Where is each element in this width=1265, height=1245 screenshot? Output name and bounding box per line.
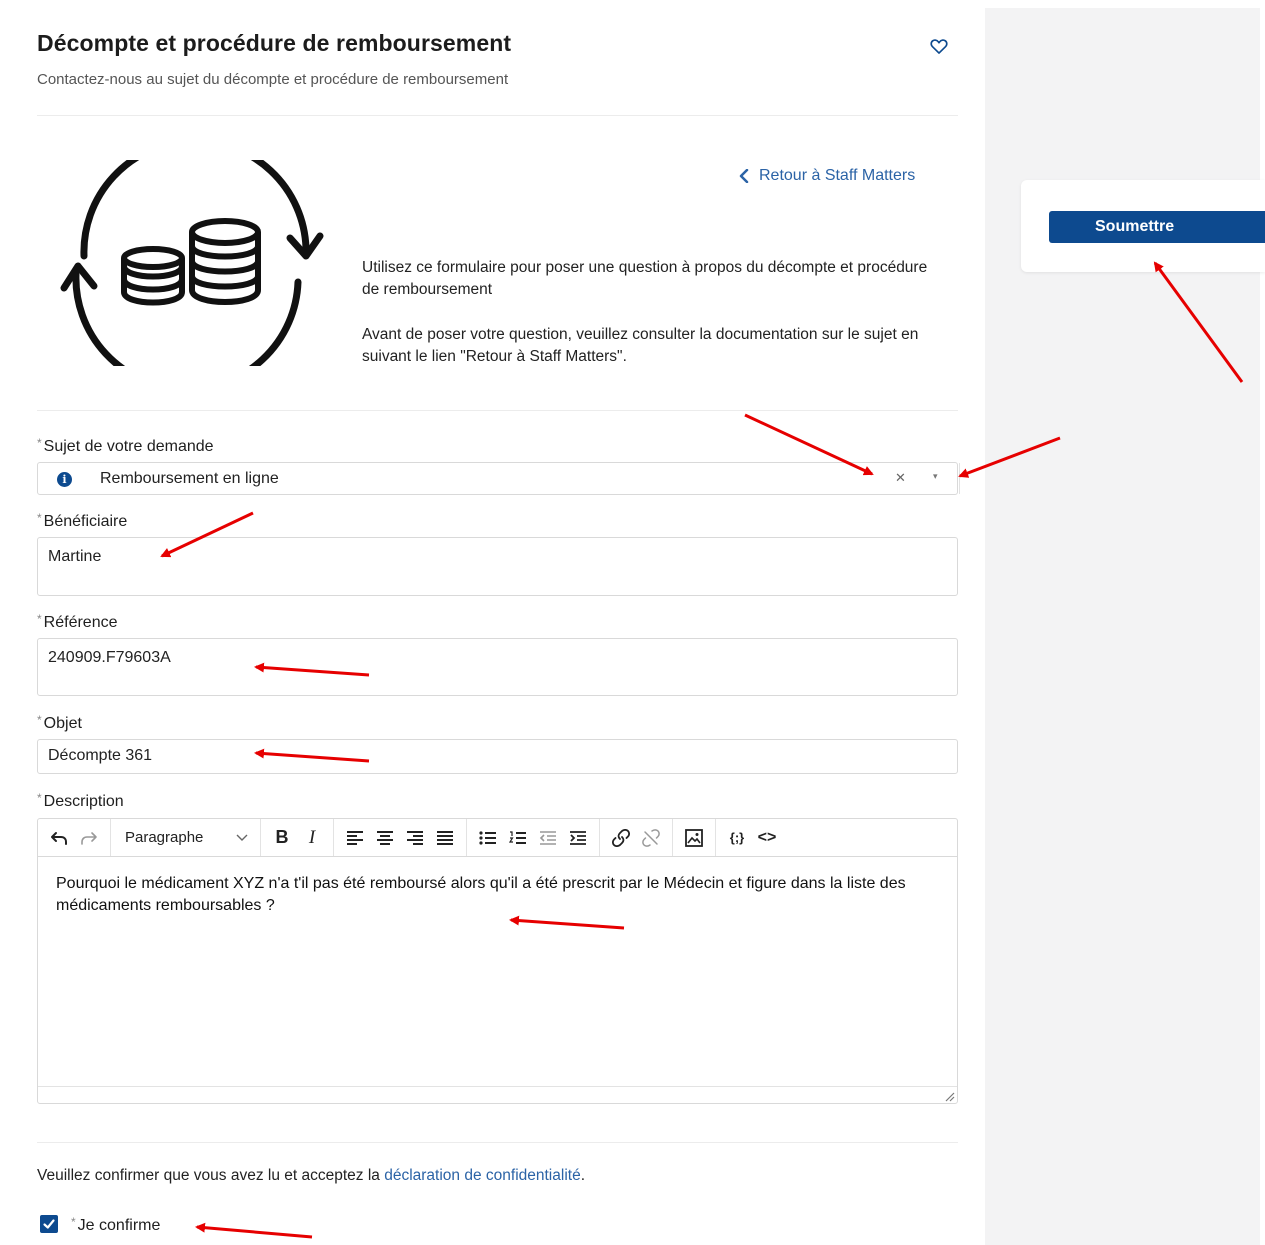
description-label: * Description — [37, 791, 124, 811]
undo-icon[interactable] — [44, 824, 74, 852]
paragraph-format-select[interactable]: Paragraphe — [111, 819, 261, 856]
bullet-list-icon[interactable] — [473, 824, 503, 852]
numbered-list-icon[interactable] — [503, 824, 533, 852]
source-code-button[interactable]: <> — [752, 824, 782, 852]
confirm-label-text: Je confirme — [77, 1217, 161, 1234]
code-sample-button[interactable]: {;} — [722, 824, 752, 852]
intro-paragraph-2: Avant de poser votre question, veuillez … — [362, 326, 919, 365]
coins-cycle-icon — [60, 160, 324, 366]
heart-icon[interactable] — [929, 36, 949, 56]
required-mark: * — [37, 713, 42, 727]
link-group — [600, 819, 673, 856]
required-mark: * — [37, 436, 42, 450]
subject-label: * Sujet de votre demande — [37, 436, 214, 456]
consent-text-end: . — [580, 1167, 585, 1184]
description-editor[interactable]: Paragraphe B I {;} <> Pourquoi le médica… — [37, 818, 958, 1104]
reference-label-text: Référence — [43, 614, 118, 631]
confirm-checkbox[interactable] — [40, 1215, 58, 1233]
info-icon: i — [57, 472, 72, 487]
description-text[interactable]: Pourquoi le médicament XYZ n'a t'il pas … — [56, 873, 936, 917]
privacy-statement-link[interactable]: déclaration de confidentialité — [384, 1167, 580, 1184]
list-group — [467, 819, 600, 856]
outdent-icon[interactable] — [533, 824, 563, 852]
confirm-label: * Je confirme — [71, 1215, 160, 1235]
annotation-arrow-confirm — [195, 1222, 313, 1239]
intro-paragraph-1: Utilisez ce formulaire pour poser une qu… — [362, 259, 928, 298]
required-mark: * — [37, 612, 42, 626]
resize-handle-icon[interactable] — [943, 1090, 955, 1102]
beneficiary-field[interactable]: Martine — [37, 537, 958, 596]
chevron-down-icon[interactable]: ▾ — [933, 471, 938, 482]
select-separator — [959, 463, 960, 494]
beneficiary-label-text: Bénéficiaire — [43, 513, 128, 530]
header-divider — [37, 115, 958, 116]
alignment-group — [334, 819, 467, 856]
back-to-staff-matters-link[interactable]: Retour à Staff Matters — [739, 167, 915, 185]
media-group — [673, 819, 716, 856]
object-label: * Objet — [37, 713, 82, 733]
submit-card: Soumettre — [1021, 180, 1265, 272]
align-right-icon[interactable] — [400, 824, 430, 852]
intro-divider — [37, 410, 958, 411]
code-group: {;} <> — [716, 819, 788, 856]
check-icon — [43, 1219, 55, 1229]
consent-text-body: Veuillez confirmer que vous avez lu et a… — [37, 1167, 385, 1184]
align-left-icon[interactable] — [340, 824, 370, 852]
italic-button[interactable]: I — [297, 824, 327, 852]
align-center-icon[interactable] — [370, 824, 400, 852]
editor-toolbar: Paragraphe B I {;} <> — [38, 819, 957, 857]
description-label-text: Description — [43, 793, 124, 810]
required-mark: * — [37, 791, 42, 805]
image-icon[interactable] — [679, 824, 709, 852]
link-icon[interactable] — [606, 824, 636, 852]
clear-icon[interactable]: ✕ — [895, 470, 906, 486]
align-justify-icon[interactable] — [430, 824, 460, 852]
history-group — [38, 819, 111, 856]
editor-status-bar — [38, 1086, 957, 1103]
back-link-label: Retour à Staff Matters — [759, 167, 916, 184]
subject-select[interactable]: i Remboursement en ligne ✕ ▾ — [37, 462, 960, 495]
page-title: Décompte et procédure de remboursement — [37, 30, 512, 56]
object-field[interactable]: Décompte 361 — [37, 739, 958, 774]
object-label-text: Objet — [43, 715, 82, 732]
consent-text: Veuillez confirmer que vous avez lu et a… — [37, 1167, 585, 1185]
subject-select-value: Remboursement en ligne — [100, 470, 279, 487]
consent-divider — [37, 1142, 958, 1143]
reference-field[interactable]: 240909.F79603A — [37, 638, 958, 696]
subject-label-text: Sujet de votre demande — [43, 438, 214, 455]
bold-button[interactable]: B — [267, 824, 297, 852]
submit-button[interactable]: Soumettre — [1049, 211, 1265, 243]
beneficiary-label: * Bénéficiaire — [37, 511, 127, 531]
required-mark: * — [71, 1215, 76, 1229]
unlink-icon[interactable] — [636, 824, 666, 852]
chevron-down-icon — [236, 834, 248, 841]
text-style-group: B I — [261, 819, 334, 856]
redo-icon[interactable] — [74, 824, 104, 852]
paragraph-format-value: Paragraphe — [125, 829, 204, 846]
chevron-left-icon — [739, 169, 749, 183]
reference-label: * Référence — [37, 612, 118, 632]
indent-icon[interactable] — [563, 824, 593, 852]
required-mark: * — [37, 511, 42, 525]
page-subtitle: Contactez-nous au sujet du décompte et p… — [37, 71, 509, 88]
